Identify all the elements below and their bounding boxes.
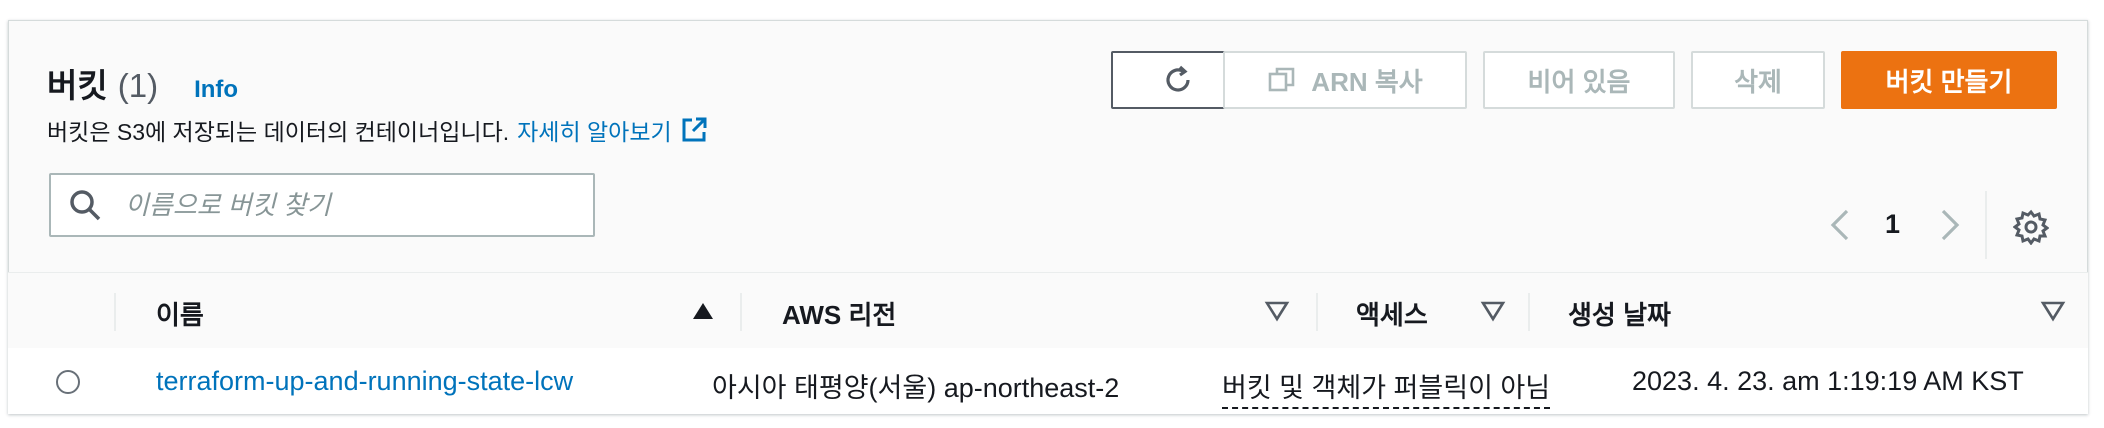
- copy-icon: [1267, 65, 1297, 95]
- panel-header: 버킷 (1) Info: [47, 59, 238, 107]
- column-header-created[interactable]: 생성 날짜: [1568, 295, 1671, 332]
- refresh-icon: [1161, 63, 1195, 97]
- bucket-name-link[interactable]: terraform-up-and-running-state-lcw: [156, 366, 573, 397]
- info-link[interactable]: Info: [194, 76, 238, 104]
- column-divider: [740, 293, 742, 331]
- chevron-right-icon[interactable]: [1935, 207, 1963, 243]
- column-divider: [1316, 293, 1318, 331]
- page-title: 버킷: [47, 67, 108, 104]
- column-divider: [114, 293, 116, 331]
- pagination-divider: [1985, 191, 1987, 259]
- column-header-name[interactable]: 이름: [156, 295, 204, 332]
- search-input[interactable]: [123, 188, 593, 222]
- delete-bucket-button[interactable]: 삭제: [1691, 51, 1825, 109]
- current-page-number[interactable]: 1: [1885, 209, 1900, 240]
- bucket-count: (1): [117, 67, 159, 104]
- copy-arn-label: ARN 복사: [1311, 66, 1423, 97]
- chevron-left-icon[interactable]: [1827, 207, 1855, 243]
- bucket-access[interactable]: 버킷 및 객체가 퍼블릭이 아님: [1222, 366, 1551, 409]
- sort-ascending-icon[interactable]: [690, 299, 716, 323]
- table-row[interactable]: terraform-up-and-running-state-lcw 아시아 태…: [8, 348, 2088, 414]
- column-header-access[interactable]: 액세스: [1356, 295, 1428, 332]
- bucket-search[interactable]: [49, 173, 595, 237]
- empty-bucket-button[interactable]: 비어 있음: [1483, 51, 1675, 109]
- settings-gear-icon[interactable]: [2013, 209, 2049, 245]
- sort-descending-icon[interactable]: [1264, 299, 1290, 323]
- column-divider: [1528, 293, 1530, 331]
- description-text: 버킷은 S3에 저장되는 데이터의 컨테이너입니다.: [47, 119, 510, 145]
- external-link-icon[interactable]: [680, 116, 708, 144]
- search-icon: [70, 190, 101, 221]
- panel-description: 버킷은 S3에 저장되는 데이터의 컨테이너입니다. 자세히 알아보기: [47, 113, 708, 147]
- create-bucket-button[interactable]: 버킷 만들기: [1841, 51, 2057, 109]
- bucket-region: 아시아 태평양(서울) ap-northeast-2: [712, 373, 1120, 403]
- sort-descending-icon[interactable]: [2040, 299, 2066, 323]
- bucket-created-date: 2023. 4. 23. am 1:19:19 AM KST: [1632, 366, 2024, 396]
- table-header: 이름 AWS 리전 액세스 생성 날짜: [8, 272, 2088, 350]
- column-header-region[interactable]: AWS 리전: [782, 295, 896, 332]
- copy-arn-button[interactable]: ARN 복사: [1223, 51, 1467, 109]
- learn-more-link[interactable]: 자세히 알아보기: [517, 113, 672, 147]
- row-select-radio[interactable]: [56, 370, 80, 394]
- sort-descending-icon[interactable]: [1480, 299, 1506, 323]
